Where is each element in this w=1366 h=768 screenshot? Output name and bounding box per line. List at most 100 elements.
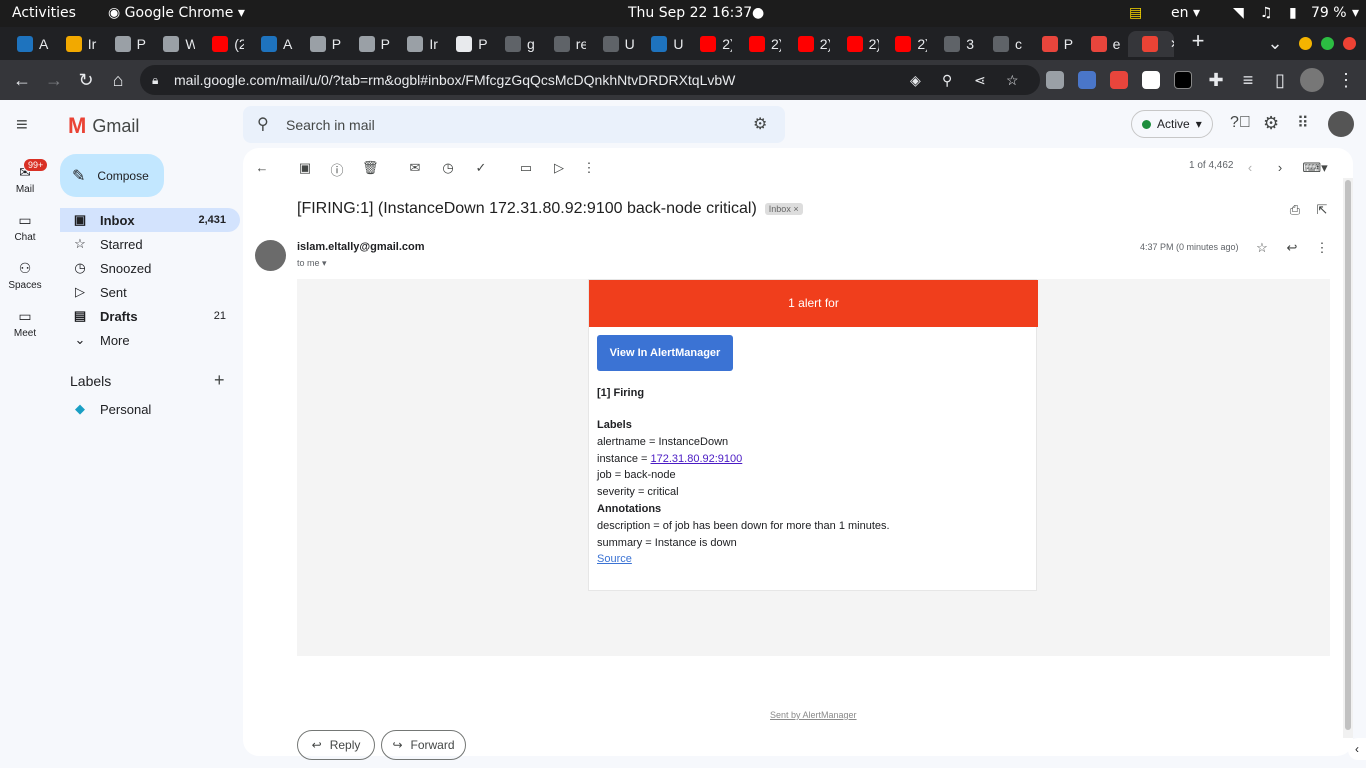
maximize-button[interactable] [1321,37,1334,50]
apps-grid-icon[interactable]: ⠿ [1297,113,1309,133]
search-icon[interactable]: ⚲ [257,114,269,134]
install-icon[interactable]: ◈ [910,65,921,95]
system-menu-arrow-icon[interactable]: ▾ [1352,5,1359,21]
browser-tab[interactable]: P [101,31,147,57]
browser-tab[interactable]: P [296,31,342,57]
browser-tab[interactable]: A [247,31,293,57]
help-icon[interactable]: ?⃝ [1230,114,1251,132]
browser-tab[interactable]: re [540,31,586,57]
recipients-toggle[interactable]: to me ▾ [297,258,327,269]
notes-icon[interactable]: ▤ [1129,5,1142,21]
browser-tab[interactable]: Ir [393,31,439,57]
more-options-icon[interactable]: ⋮ [581,160,597,176]
scrollbar-thumb[interactable] [1345,180,1351,730]
notification-extension-icon[interactable] [1110,71,1128,89]
browser-tab[interactable]: U [637,31,683,57]
scrollbar[interactable] [1343,178,1353,738]
sidebar-item-snoozed[interactable]: ◷ Snoozed [60,256,240,280]
sidebar-item-personal[interactable]: ◆ Personal [60,397,240,421]
back-icon[interactable]: ← [12,70,32,90]
add-task-icon[interactable]: ✓ [473,160,489,176]
extension-icon[interactable] [1046,71,1064,89]
mark-unread-icon[interactable]: ✉ [407,160,423,176]
source-link[interactable]: Source [597,553,632,565]
reply-button[interactable]: ↩ Reply [297,730,375,760]
search-options-icon[interactable]: ⚙ [753,114,767,134]
reading-list-icon[interactable]: ≡ [1238,70,1258,90]
status-selector[interactable]: Active ▾ [1131,110,1213,138]
view-alertmanager-button[interactable]: View In AlertManager [597,335,733,371]
gmail-logo[interactable]: M Gmail [68,113,139,139]
sender-email[interactable]: islam.eltally@gmail.com [297,241,425,253]
message-more-icon[interactable]: ⋮ [1314,240,1330,256]
add-label-icon[interactable]: + [214,370,225,391]
search-input[interactable]: Search in mail [286,117,375,133]
sent-by-link[interactable]: Sent by AlertManager [770,710,857,720]
rail-chat[interactable]: ▭ Chat [0,212,50,243]
browser-tab[interactable]: 2) [735,31,781,57]
lock-extension-icon[interactable] [1174,71,1192,89]
sidebar-item-inbox[interactable]: ▣ Inbox 2,431 [60,208,240,232]
browser-tab[interactable]: Ir [52,31,98,57]
browser-tab[interactable]: 2) [686,31,732,57]
reload-icon[interactable]: ↻ [76,70,96,90]
open-new-window-icon[interactable]: ⇱ [1314,202,1330,218]
rail-spaces[interactable]: ⚇ Spaces [0,260,50,291]
close-tab-icon[interactable]: ✕ [1170,37,1174,51]
battery-icon[interactable]: ▮ [1289,5,1297,21]
bookmark-star-icon[interactable]: ☆ [1006,65,1019,95]
snooze-icon[interactable]: ◷ [440,160,456,176]
sidebar-item-drafts[interactable]: ▤ Drafts 21 [60,304,240,328]
show-side-panel-icon[interactable]: ‹ [1348,738,1366,760]
move-to-icon[interactable]: ▭ [518,160,534,176]
delete-icon[interactable]: 🗑︎ [362,160,379,176]
browser-tab[interactable]: A [3,31,49,57]
browser-tab[interactable]: W [149,31,195,57]
volume-icon[interactable]: ♫ [1260,5,1273,21]
browser-tab[interactable]: ✕ [1128,31,1174,57]
instance-link[interactable]: 172.31.80.92:9100 [651,453,743,465]
archive-icon[interactable]: ▣ [297,160,313,176]
activities-button[interactable]: Activities [12,5,76,21]
clock[interactable]: Thu Sep 22 16:37 [628,5,752,21]
browser-tab[interactable]: U [589,31,635,57]
tab-search-icon[interactable]: ⌄ [1265,33,1285,53]
close-window-button[interactable] [1343,37,1356,50]
side-panel-icon[interactable]: ▯ [1270,70,1290,90]
wifi-icon[interactable]: ◥ [1233,5,1244,21]
browser-tab[interactable]: (2 [198,31,244,57]
inbox-chip[interactable]: Inbox × [764,203,803,215]
new-tab-button[interactable]: + [1188,30,1208,52]
sender-avatar[interactable] [255,240,286,271]
rail-mail[interactable]: ✉ Mail 99+ [0,158,50,195]
sidebar-item-sent[interactable]: ▷ Sent [60,280,240,304]
forward-icon[interactable]: → [44,70,64,90]
browser-tab[interactable]: P [345,31,391,57]
profile-avatar[interactable] [1300,68,1324,92]
compose-button[interactable]: ✎ Compose [60,154,164,197]
input-tools-icon[interactable]: ⌨▾ [1301,160,1329,176]
browser-tab[interactable]: 2) [881,31,927,57]
forward-button[interactable]: ↪ Forward [381,730,466,760]
sidebar-item-more[interactable]: ⌄ More [60,328,240,352]
home-icon[interactable]: ⌂ [108,70,128,90]
account-avatar[interactable] [1328,111,1354,137]
notion-icon[interactable] [1142,71,1160,89]
back-to-inbox-icon[interactable]: ← [254,160,270,175]
minimize-button[interactable] [1299,37,1312,50]
browser-tab[interactable]: P [442,31,488,57]
extensions-puzzle-icon[interactable]: ✚ [1206,70,1226,90]
browser-tab[interactable]: e [1077,31,1123,57]
browser-tab[interactable]: 2) [784,31,830,57]
browser-tab[interactable]: 2) [833,31,879,57]
browser-tab[interactable]: P [1028,31,1074,57]
chrome-menu-icon[interactable]: ⋮ [1336,70,1356,90]
browser-tab[interactable]: c [979,31,1025,57]
sidebar-item-starred[interactable]: ☆ Starred [60,232,240,256]
browser-tab[interactable]: 3 [930,31,976,57]
app-menu[interactable]: ◉ Google Chrome ▾ [108,5,245,21]
print-icon[interactable]: ⎙ [1287,202,1303,218]
star-message-icon[interactable]: ☆ [1254,240,1270,256]
label-icon[interactable]: ▷ [551,160,567,176]
settings-gear-icon[interactable]: ⚙ [1263,113,1279,134]
